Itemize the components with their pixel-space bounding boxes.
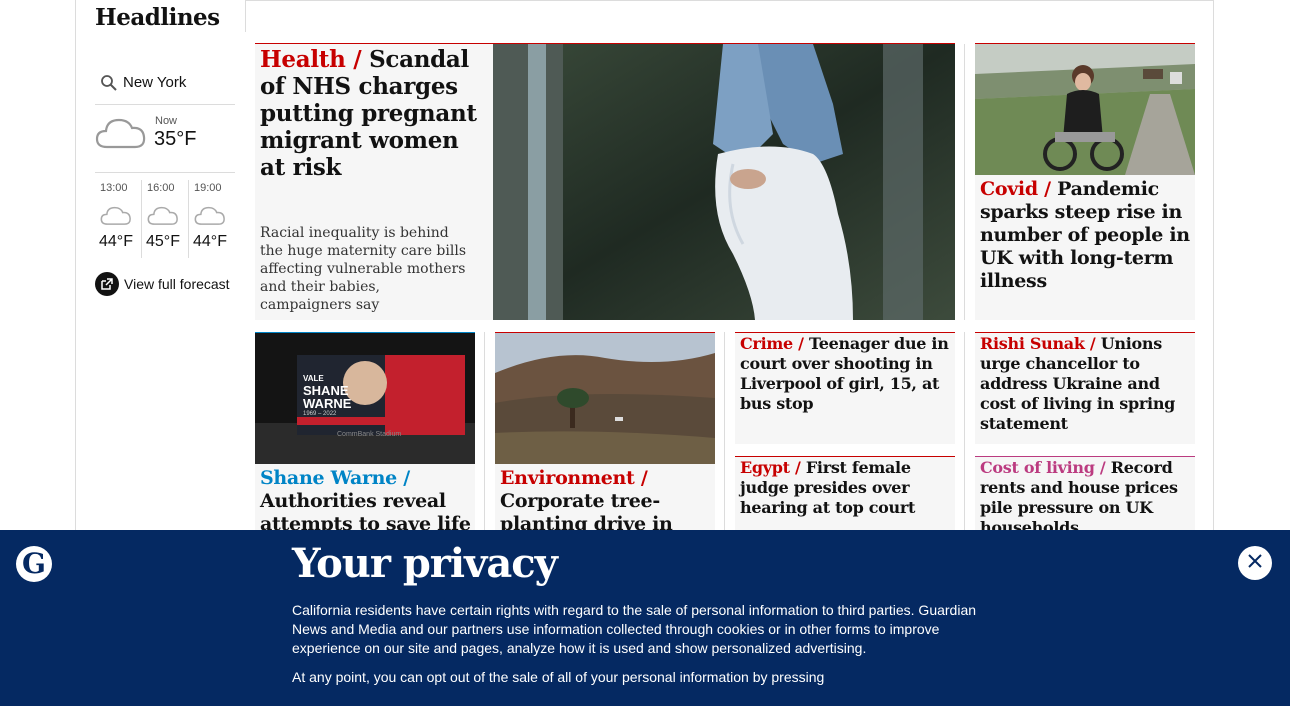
- covid-story-image: [975, 44, 1195, 175]
- covid-story-card[interactable]: Covid / Pandemic sparks steep rise in nu…: [975, 43, 1195, 320]
- environment-headline-text: Corporate tree-planting drive in: [500, 490, 673, 535]
- warne-story-image: VALE SHANE WARNE 1969 – 2022 CommBank St…: [255, 333, 475, 464]
- header-divider: [245, 0, 246, 32]
- weather-hour-temp: 44°F: [193, 233, 227, 250]
- egypt-kicker: Egypt /: [740, 458, 801, 477]
- sunak-headline: Rishi Sunak / Unions urge chancellor to …: [980, 334, 1192, 434]
- privacy-title: Your privacy: [292, 540, 558, 587]
- cloud-icon: [193, 204, 227, 230]
- warne-image-text: CommBank Stadium: [337, 431, 402, 438]
- weather-hour-temp: 45°F: [146, 233, 180, 250]
- cloud-icon: [95, 114, 147, 154]
- privacy-body: California residents have certain rights…: [292, 601, 992, 697]
- covid-headline: Covid / Pandemic sparks steep rise in nu…: [980, 178, 1190, 293]
- warne-image-text: VALE: [303, 374, 324, 383]
- living-headline: Cost of living / Record rents and house …: [980, 458, 1192, 538]
- warne-image-text: WARNE: [303, 396, 352, 411]
- column-divider: [964, 44, 965, 320]
- weather-hourly: 13:00 44°F 16:00 45°F 19:00 44°F: [95, 180, 235, 258]
- lead-standfirst: Racial inequality is behind the huge mat…: [260, 225, 467, 313]
- weather-hour-temp: 44°F: [99, 233, 133, 250]
- guardian-logo-letter: G: [22, 547, 46, 580]
- cloud-icon: [146, 204, 180, 230]
- column-divider: [724, 332, 725, 530]
- sunak-story-card[interactable]: Rishi Sunak / Unions urge chancellor to …: [975, 332, 1195, 444]
- close-button[interactable]: [1238, 546, 1272, 580]
- weather-hour-time: 19:00: [194, 182, 222, 194]
- weather-now-label: Now: [155, 115, 178, 127]
- lead-story-card[interactable]: Health / Scandal of NHS charges putting …: [255, 43, 955, 320]
- privacy-paragraph: At any point, you can opt out of the sal…: [292, 669, 825, 685]
- crime-headline: Crime / Teenager due in court over shoot…: [740, 334, 950, 414]
- weather-hour-time: 13:00: [100, 182, 128, 194]
- crime-story-card[interactable]: Crime / Teenager due in court over shoot…: [735, 332, 955, 444]
- crime-kicker: Crime /: [740, 334, 804, 353]
- close-icon: [1247, 553, 1263, 573]
- lead-headline: Health / Scandal of NHS charges putting …: [260, 46, 485, 181]
- guardian-logo: G: [16, 546, 52, 582]
- weather-now-temp: 35°F: [154, 128, 197, 150]
- warne-kicker: Shane Warne /: [260, 467, 410, 489]
- lead-story-image: [493, 44, 955, 320]
- weather-hour-time: 16:00: [147, 182, 175, 194]
- egypt-headline: Egypt / First female judge presides over…: [740, 458, 950, 518]
- privacy-banner: G Your privacy California residents have…: [0, 530, 1290, 706]
- sunak-kicker: Rishi Sunak /: [980, 334, 1096, 353]
- weather-now: Now 35°F: [95, 112, 235, 173]
- column-divider: [964, 332, 965, 530]
- weather-location: New York: [123, 74, 187, 91]
- column-divider: [484, 332, 485, 530]
- search-icon: [100, 74, 118, 96]
- cloud-icon: [99, 204, 133, 230]
- weather-location-search[interactable]: New York: [95, 68, 235, 105]
- weather-hour: 16:00 45°F: [141, 180, 188, 258]
- weather-hour: 13:00 44°F: [95, 180, 141, 258]
- section-title: Headlines: [95, 4, 220, 31]
- warne-story-card[interactable]: VALE SHANE WARNE 1969 – 2022 CommBank St…: [255, 332, 475, 558]
- top-divider: [245, 0, 1214, 1]
- environment-story-image: [495, 333, 715, 464]
- living-story-card[interactable]: Cost of living / Record rents and house …: [975, 456, 1195, 537]
- egypt-story-card[interactable]: Egypt / First female judge presides over…: [735, 456, 955, 532]
- forecast-link-label: View full forecast: [124, 276, 230, 292]
- covid-kicker: Covid /: [980, 178, 1051, 200]
- view-full-forecast-link[interactable]: View full forecast: [95, 272, 230, 296]
- warne-image-text: 1969 – 2022: [303, 411, 337, 417]
- living-kicker: Cost of living /: [980, 458, 1106, 477]
- environment-story-card[interactable]: Environment / Corporate tree-planting dr…: [495, 332, 715, 535]
- weather-hour: 19:00 44°F: [188, 180, 235, 258]
- external-link-icon: [95, 272, 119, 296]
- environment-kicker: Environment /: [500, 467, 648, 489]
- privacy-paragraph: California residents have certain rights…: [292, 602, 977, 656]
- lead-kicker: Health /: [260, 46, 362, 73]
- environment-headline: Environment / Corporate tree-planting dr…: [500, 467, 712, 536]
